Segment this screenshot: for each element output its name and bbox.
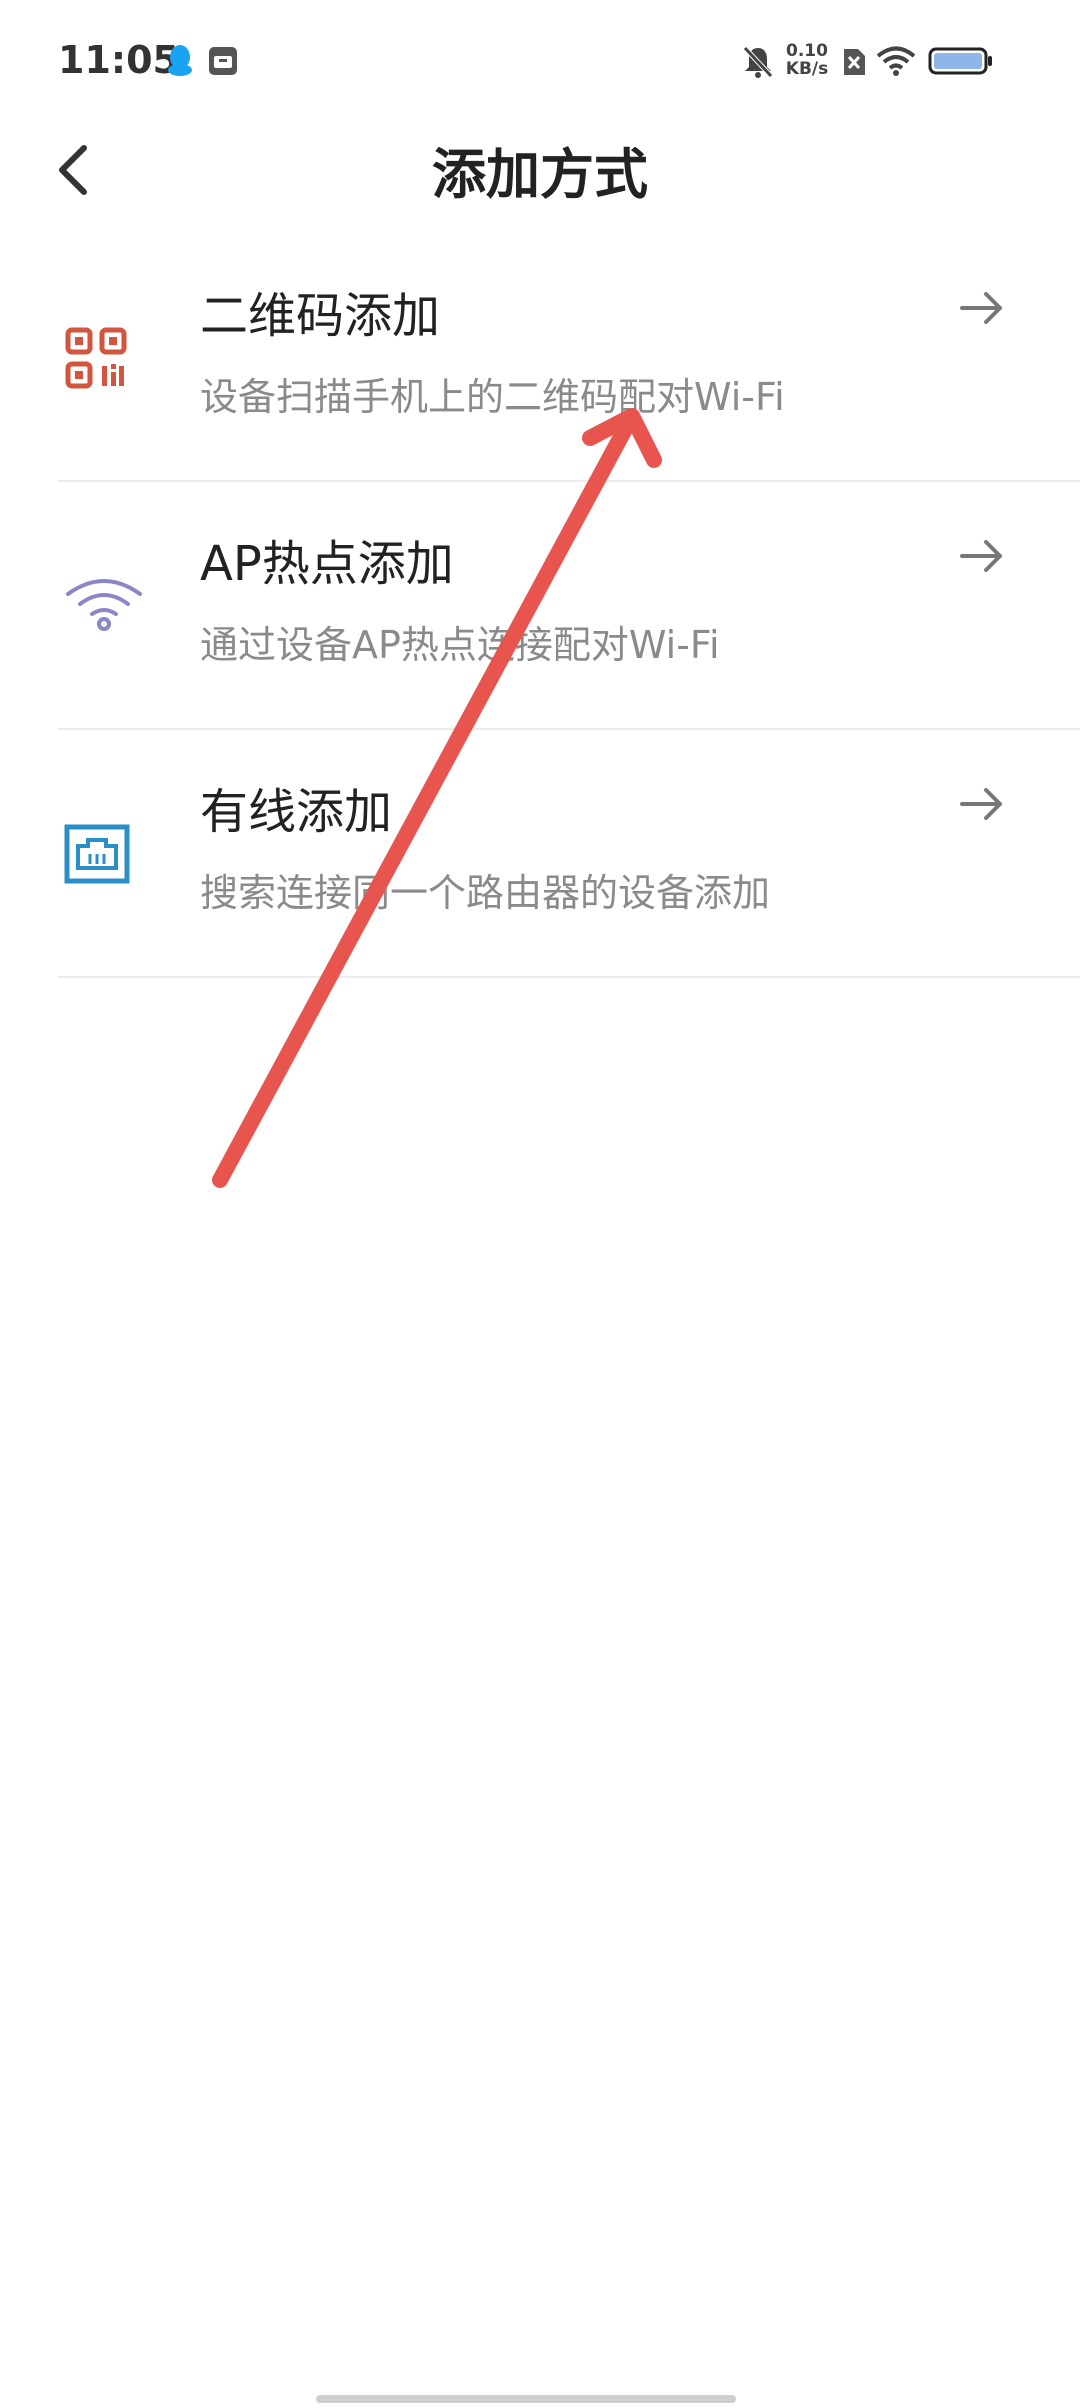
option-ap-hotspot[interactable]: AP热点添加 通过设备AP热点连接配对Wi-Fi xyxy=(58,480,1080,730)
network-speed-unit: KB/s xyxy=(785,59,829,79)
option-description: 设备扫描手机上的二维码配对Wi-Fi xyxy=(200,375,785,419)
battery-icon xyxy=(928,47,994,79)
option-qr-code[interactable]: 二维码添加 设备扫描手机上的二维码配对Wi-Fi xyxy=(58,232,1080,482)
option-wired[interactable]: 有线添加 搜索连接同一个路由器的设备添加 xyxy=(58,728,1080,978)
wifi-icon xyxy=(876,46,916,80)
option-description: 通过设备AP热点连接配对Wi-Fi xyxy=(200,623,720,667)
home-indicator[interactable] xyxy=(316,2395,736,2403)
mute-bell-icon xyxy=(742,45,774,83)
option-title: AP热点添加 xyxy=(200,536,454,592)
calendar-icon xyxy=(208,46,238,80)
qr-code-icon xyxy=(64,326,128,394)
wifi-hotspot-icon xyxy=(64,576,144,636)
qq-icon xyxy=(166,44,194,82)
status-bar: 11:05 0.10 KB/s xyxy=(0,0,1080,120)
page-title: 添加方式 xyxy=(432,143,648,206)
arrow-right-icon xyxy=(958,780,1006,828)
network-speed-value: 0.10 xyxy=(786,41,828,61)
arrow-right-icon xyxy=(958,532,1006,580)
screen: 11:05 0.10 KB/s 添加方式 二维码添加 设备扫描手机上的二维码配对… xyxy=(0,0,1080,2408)
sim-x-icon xyxy=(840,48,866,80)
option-description: 搜索连接同一个路由器的设备添加 xyxy=(200,871,771,915)
network-speed: 0.10 KB/s xyxy=(782,42,832,78)
arrow-right-icon xyxy=(958,284,1006,332)
status-time: 11:05 xyxy=(58,38,179,82)
ethernet-port-icon xyxy=(64,824,130,888)
option-title: 二维码添加 xyxy=(200,288,441,344)
option-title: 有线添加 xyxy=(200,784,393,840)
